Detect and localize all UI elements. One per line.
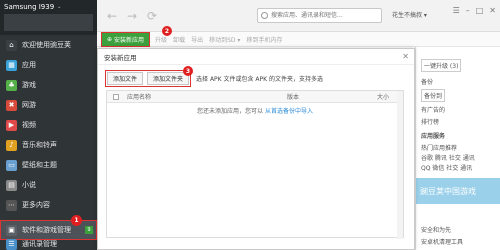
sidebar-item-label: 壁纸和主题 bbox=[22, 161, 57, 169]
ads-text: 有广告的 bbox=[421, 107, 446, 114]
sidebar-list: ⌂ 欢迎使用豌豆荚 ▦ 应用 ♣ 游戏 ✖ 网游 ▶ 视频 ♪ 音乐和铃声 ▭ 壁纸和主题 ▤ 小说 ⋯ 更多内容 bbox=[0, 35, 97, 215]
sidebar-item[interactable]: ▦ 应用 bbox=[0, 55, 97, 75]
col-app-name[interactable]: 应用名称 bbox=[127, 92, 287, 101]
wallpaper-icon: ▭ bbox=[6, 159, 17, 171]
add-buttons-group: 添加文件 添加文件夹 bbox=[104, 70, 192, 87]
install-new-app-button[interactable]: ⊕ 安装新应用 bbox=[100, 31, 151, 47]
move-to-sd-link[interactable]: 移动到SD ▾ bbox=[209, 35, 240, 44]
move-to-phone-link[interactable]: 移到手机内存 bbox=[246, 35, 282, 44]
recommend-line-2: QQ 微信 社交 通讯 bbox=[421, 165, 473, 172]
table-header: 应用名称 版本 大小 bbox=[107, 91, 403, 103]
plus-icon: ⊕ bbox=[107, 35, 113, 43]
sidebar-item-label: 游戏 bbox=[22, 81, 36, 89]
more-icon: ⋯ bbox=[6, 199, 17, 211]
package-icon: ▣ bbox=[6, 224, 17, 236]
app-toolbar: ⊕ 安装新应用 升级 卸载 导出 移动到SD ▾ 移到手机内存 bbox=[97, 31, 500, 47]
sidebar-item-label: 小说 bbox=[22, 181, 36, 189]
book-icon: ▤ bbox=[6, 179, 17, 191]
close-icon[interactable]: ✕ bbox=[489, 6, 496, 15]
sidebar-item-label: 通讯录管理 bbox=[22, 240, 57, 248]
empty-state: 您还未添加应用，您可以 从首选备份中导入 bbox=[107, 106, 403, 115]
sidebar-item-label: 音乐和铃声 bbox=[22, 141, 57, 149]
search-input[interactable] bbox=[258, 9, 381, 22]
scrollbar[interactable] bbox=[397, 91, 403, 239]
sidebar-item-label: 视频 bbox=[22, 121, 36, 129]
install-app-dialog: 安装新应用 ✕ 添加文件 添加文件夹 选择 APK 文件或包含 APK 的文件夹… bbox=[97, 48, 415, 250]
sidebar-item[interactable]: ✖ 网游 bbox=[0, 95, 97, 115]
maximize-icon[interactable]: □ bbox=[476, 6, 484, 15]
step-marker-3: 3 bbox=[183, 66, 193, 76]
settings-icon[interactable]: ☰ bbox=[453, 6, 460, 15]
app-table: 应用名称 版本 大小 您还未添加应用，您可以 从首选备份中导入 bbox=[106, 90, 404, 239]
close-icon[interactable]: ✕ bbox=[402, 52, 409, 61]
right-info-panel: 一键升级 (3) 备份 备份到 有广告的 排行榜 应用服务 热门应用推荐 谷歌 … bbox=[415, 47, 500, 250]
device-status-bar bbox=[4, 14, 93, 31]
user-menu[interactable]: 花生不搞叔 ▾ bbox=[392, 10, 427, 19]
video-icon: ▶ bbox=[6, 119, 17, 131]
device-header: Samsung I939 ⌄ bbox=[0, 0, 97, 35]
sidebar-item[interactable]: ♣ 游戏 bbox=[0, 75, 97, 95]
sidebar-item-label: 应用 bbox=[22, 61, 36, 69]
update-count-badge: 9 bbox=[85, 226, 93, 234]
uninstall-link[interactable]: 卸载 bbox=[173, 35, 185, 44]
step-marker-2: 2 bbox=[162, 26, 172, 36]
col-version[interactable]: 版本 bbox=[287, 92, 377, 101]
import-from-backup-link[interactable]: 从首选备份中导入 bbox=[265, 108, 313, 115]
footer-text: 安全和为先 bbox=[421, 227, 452, 234]
top-toolbar: ← → ⟳ 花生不搞叔 ▾ ☰ – □ ✕ bbox=[97, 0, 500, 32]
home-icon: ⌂ bbox=[6, 39, 17, 51]
window-controls: ☰ – □ ✕ bbox=[453, 6, 496, 15]
recommend-line-1: 谷歌 腾讯 社交 通讯 bbox=[421, 155, 475, 162]
add-folder-button[interactable]: 添加文件夹 bbox=[147, 72, 190, 85]
back-arrow-icon[interactable]: ← bbox=[107, 9, 117, 23]
sidebar-item[interactable]: ▶ 视频 bbox=[0, 115, 97, 135]
sidebar-item[interactable]: ▤ 小说 bbox=[0, 175, 97, 195]
export-link[interactable]: 导出 bbox=[191, 35, 203, 44]
device-name: Samsung I939 bbox=[4, 3, 55, 11]
sidebar-item-label: 更多内容 bbox=[22, 201, 50, 209]
step-marker-1: 1 bbox=[71, 215, 82, 226]
sidebar: Samsung I939 ⌄ ⌂ 欢迎使用豌豆荚 ▦ 应用 ♣ 游戏 ✖ 网游 ▶ 视频 ♪ 音乐和铃… bbox=[0, 0, 97, 250]
sidebar-item[interactable]: ⋯ 更多内容 bbox=[0, 195, 97, 215]
dialog-hint: 选择 APK 文件或包含 APK 的文件夹，支持多选 bbox=[196, 76, 323, 83]
sidebar-item[interactable]: ▭ 壁纸和主题 bbox=[0, 155, 97, 175]
select-all-checkbox[interactable] bbox=[113, 93, 119, 100]
online-game-icon: ✖ bbox=[6, 99, 17, 111]
add-file-button[interactable]: 添加文件 bbox=[107, 72, 144, 85]
sidebar-item-app-manager[interactable]: ▣ 软件和游戏管理 9 bbox=[0, 220, 97, 240]
search-box[interactable] bbox=[257, 8, 382, 23]
sidebar-item-label: 欢迎使用豌豆荚 bbox=[22, 41, 71, 49]
promo-banner[interactable]: 豌豆荚中国游戏 bbox=[416, 178, 500, 204]
upgrade-all-button[interactable]: 一键升级 (3) bbox=[421, 59, 462, 72]
chevron-down-icon: ⌄ bbox=[57, 4, 62, 10]
recommend-text: 热门应用推荐 bbox=[421, 145, 458, 152]
dialog-title: 安装新应用 bbox=[98, 49, 414, 65]
empty-text: 您还未添加应用，您可以 bbox=[197, 108, 264, 115]
backup-to-button[interactable]: 备份到 bbox=[421, 89, 446, 102]
install-app-label: 安装新应用 bbox=[114, 36, 145, 44]
contacts-icon: ☰ bbox=[6, 238, 17, 250]
game-icon: ♣ bbox=[6, 79, 17, 91]
col-size[interactable]: 大小 bbox=[377, 92, 389, 101]
backup-text: 备份 bbox=[421, 79, 434, 86]
minimize-icon[interactable]: – bbox=[466, 6, 470, 15]
sidebar-item[interactable]: ⌂ 欢迎使用豌豆荚 bbox=[0, 35, 97, 55]
device-switcher[interactable]: Samsung I939 ⌄ bbox=[4, 3, 93, 11]
sidebar-item[interactable]: ♪ 音乐和铃声 bbox=[0, 135, 97, 155]
sidebar-item-label: 软件和游戏管理 bbox=[22, 226, 71, 234]
sidebar-item-contacts[interactable]: ☰ 通讯录管理 bbox=[0, 238, 97, 250]
dialog-button-row: 添加文件 添加文件夹 选择 APK 文件或包含 APK 的文件夹，支持多选 bbox=[104, 70, 323, 87]
search-icon bbox=[261, 12, 268, 19]
refresh-icon[interactable]: ⟳ bbox=[147, 9, 157, 23]
sidebar-item-label: 网游 bbox=[22, 101, 36, 109]
ranking-text: 排行榜 bbox=[421, 119, 440, 126]
forward-arrow-icon[interactable]: → bbox=[127, 9, 137, 23]
app-service-heading: 应用服务 bbox=[421, 133, 446, 140]
music-icon: ♪ bbox=[6, 139, 17, 151]
apps-icon: ▦ bbox=[6, 59, 17, 71]
footer-text-2: 安卓机清理工具 bbox=[421, 239, 464, 246]
